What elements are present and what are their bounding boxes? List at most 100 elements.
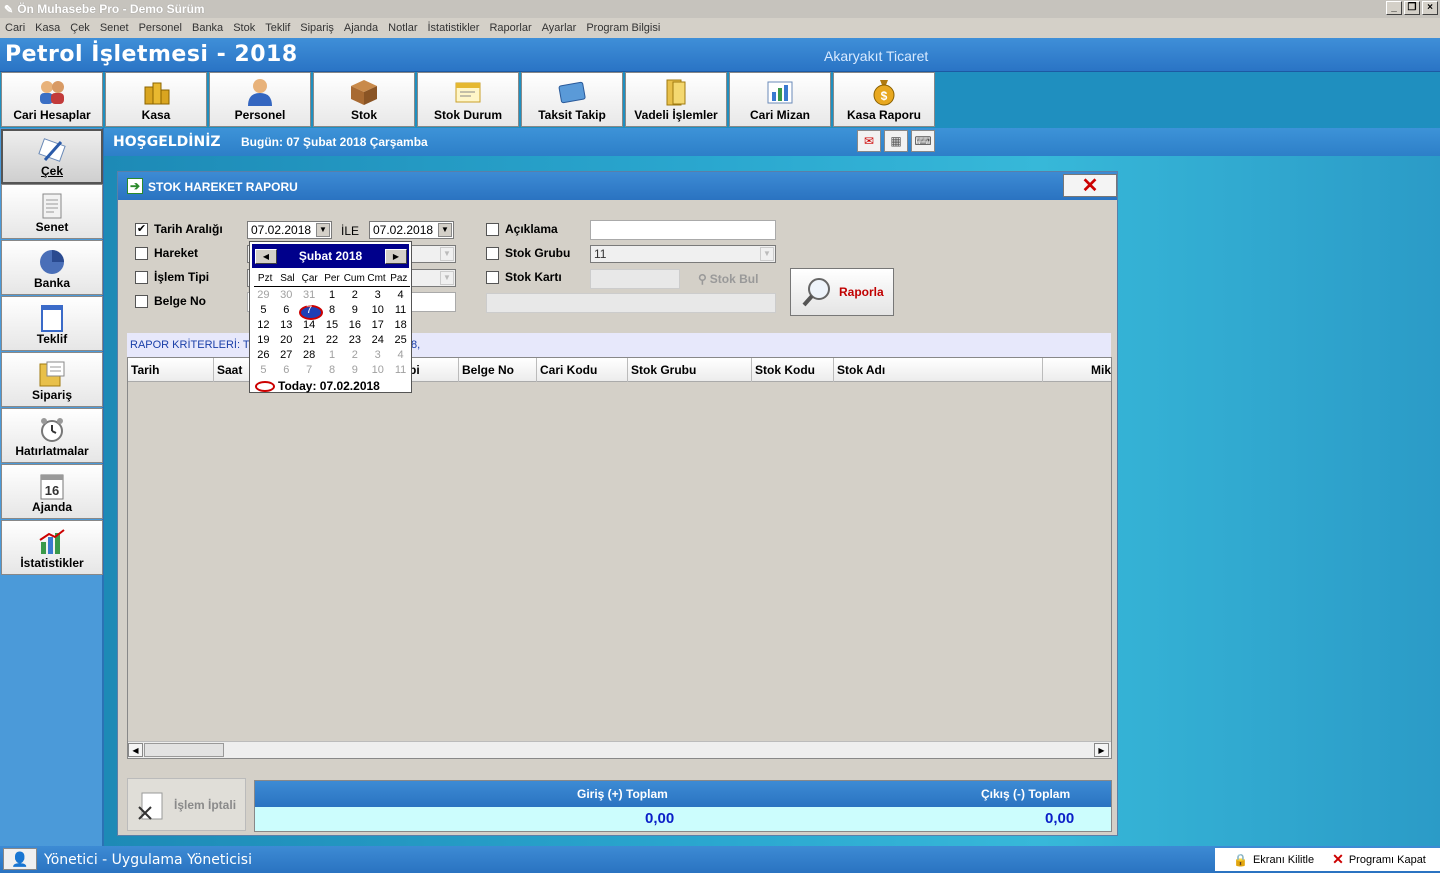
sidebar-item-senet[interactable]: Senet: [1, 184, 103, 239]
calendar-day[interactable]: 10: [366, 303, 389, 318]
calendar-today-button[interactable]: Today: 07.02.2018: [255, 379, 380, 393]
ekrani-kilitle-button[interactable]: 🔒 Ekranı Kilitle: [1215, 853, 1314, 867]
sidebar-item-istatistikler[interactable]: İstatistikler: [1, 520, 103, 575]
column-header-belge-no[interactable]: Belge No: [459, 358, 537, 382]
toolbar-kasa-raporu-button[interactable]: $ Kasa Raporu: [833, 72, 935, 127]
calendar-day[interactable]: 17: [366, 318, 389, 333]
calendar-day[interactable]: 3: [366, 288, 389, 303]
column-header-miktar[interactable]: Mik: [1043, 358, 1111, 382]
calendar-day[interactable]: 13: [275, 318, 298, 333]
menu-item[interactable]: Banka: [192, 22, 223, 34]
restore-button[interactable]: ❐: [1404, 1, 1420, 15]
scroll-thumb[interactable]: [144, 743, 224, 757]
calendar-day[interactable]: 31: [298, 288, 321, 303]
menu-item[interactable]: Cari: [5, 22, 25, 34]
aciklama-input[interactable]: [590, 220, 776, 240]
toolbar-vadeli-islemler-button[interactable]: Vadeli İşlemler: [625, 72, 727, 127]
horizontal-scrollbar[interactable]: ◀ ▶: [128, 741, 1111, 758]
calendar-day[interactable]: 27: [275, 348, 298, 363]
menu-item[interactable]: Personel: [139, 22, 182, 34]
stok-karti-checkbox[interactable]: [486, 271, 499, 284]
menu-item[interactable]: İstatistikler: [428, 22, 480, 34]
toolbar-taksit-takip-button[interactable]: Taksit Takip: [521, 72, 623, 127]
toolbar-stok-durum-button[interactable]: Stok Durum: [417, 72, 519, 127]
calculator-button[interactable]: ▦: [884, 130, 908, 152]
tarih-from-combo[interactable]: 07.02.2018 ▼: [247, 221, 332, 239]
aciklama-checkbox[interactable]: [486, 223, 499, 236]
chevron-down-icon[interactable]: ▼: [438, 223, 452, 237]
tarih-to-combo[interactable]: 07.02.2018 ▼: [369, 221, 454, 239]
calendar-day[interactable]: 5: [252, 363, 275, 378]
menu-item[interactable]: Senet: [100, 22, 129, 34]
calendar-day[interactable]: 9: [343, 363, 366, 378]
stok-grubu-checkbox[interactable]: [486, 247, 499, 260]
stok-bul-button[interactable]: ⚲ Stok Bul: [698, 272, 758, 286]
calendar-day[interactable]: 21: [298, 333, 321, 348]
calendar-day-selected[interactable]: 7: [298, 303, 323, 320]
belge-no-checkbox[interactable]: [135, 295, 148, 308]
calendar-day[interactable]: 6: [275, 303, 298, 318]
tarih-araligi-checkbox[interactable]: ✔: [135, 223, 148, 236]
calendar-day[interactable]: 30: [275, 288, 298, 303]
programi-kapat-button[interactable]: ✕ Programı Kapat: [1314, 851, 1426, 868]
chevron-down-icon[interactable]: ▼: [316, 223, 330, 237]
hareket-checkbox[interactable]: [135, 247, 148, 260]
menu-item[interactable]: Kasa: [35, 22, 60, 34]
sidebar-item-banka[interactable]: Banka: [1, 240, 103, 295]
calendar-day[interactable]: 22: [321, 333, 344, 348]
calendar-day[interactable]: 23: [343, 333, 366, 348]
calendar-day[interactable]: 8: [321, 363, 344, 378]
toolbar-stok-button[interactable]: Stok: [313, 72, 415, 127]
scroll-right-button[interactable]: ▶: [1094, 743, 1109, 757]
menu-item[interactable]: Stok: [233, 22, 255, 34]
toolbar-cari-hesaplar-button[interactable]: Cari Hesaplar: [1, 72, 103, 127]
calendar-day[interactable]: 18: [389, 318, 412, 333]
menu-item[interactable]: Ayarlar: [542, 22, 577, 34]
calendar-day[interactable]: 10: [366, 363, 389, 378]
calendar-day[interactable]: 15: [321, 318, 344, 333]
scroll-left-button[interactable]: ◀: [128, 743, 143, 757]
calendar-day[interactable]: 3: [366, 348, 389, 363]
sidebar-item-siparis[interactable]: Sipariş: [1, 352, 103, 407]
calendar-day[interactable]: 28: [298, 348, 321, 363]
menu-item[interactable]: Raporlar: [489, 22, 531, 34]
calendar-day[interactable]: 29: [252, 288, 275, 303]
calendar-day[interactable]: 14: [298, 318, 321, 333]
sidebar-item-ajanda[interactable]: 16 Ajanda: [1, 464, 103, 519]
calendar-day[interactable]: 19: [252, 333, 275, 348]
report-grid[interactable]: Tarih Saat pi Belge No Cari Kodu Stok Gr…: [127, 357, 1112, 759]
column-header-stok-kodu[interactable]: Stok Kodu: [752, 358, 834, 382]
keyboard-button[interactable]: ⌨: [911, 130, 935, 152]
calendar-day[interactable]: 11: [389, 363, 412, 378]
user-avatar[interactable]: 👤: [3, 848, 37, 870]
menu-item[interactable]: Ajanda: [344, 22, 378, 34]
calendar-day[interactable]: 1: [321, 348, 344, 363]
raporla-button[interactable]: Raporla: [790, 268, 894, 316]
calendar-day[interactable]: 4: [389, 288, 412, 303]
calendar-day[interactable]: 2: [343, 348, 366, 363]
sidebar-item-teklif[interactable]: Teklif: [1, 296, 103, 351]
calendar-day[interactable]: 24: [366, 333, 389, 348]
stok-karti-input[interactable]: [590, 269, 680, 289]
calendar-day[interactable]: 16: [343, 318, 366, 333]
column-header-stok-grubu[interactable]: Stok Grubu: [628, 358, 752, 382]
date-picker-popup[interactable]: ◀ Şubat 2018 ▶ Pzt Sal Çar Per Cum Cmt Paz 29 3…: [249, 241, 412, 393]
column-header-tarih[interactable]: Tarih: [128, 358, 214, 382]
column-header-stok-adi[interactable]: Stok Adı: [834, 358, 1043, 382]
calendar-day[interactable]: 8: [321, 303, 344, 318]
calendar-day[interactable]: 1: [321, 288, 344, 303]
calendar-day[interactable]: 2: [343, 288, 366, 303]
toolbar-personel-button[interactable]: Personel: [209, 72, 311, 127]
toolbar-cari-mizan-button[interactable]: Cari Mizan: [729, 72, 831, 127]
calendar-day[interactable]: 20: [275, 333, 298, 348]
close-window-button[interactable]: ×: [1422, 1, 1438, 15]
calendar-day[interactable]: 9: [343, 303, 366, 318]
stok-grubu-combo[interactable]: 11 ▼: [590, 245, 776, 263]
calendar-day[interactable]: 11: [389, 303, 412, 318]
islem-iptali-button[interactable]: İşlem İptali: [127, 778, 246, 831]
calendar-next-button[interactable]: ▶: [385, 249, 407, 264]
calendar-day[interactable]: 4: [389, 348, 412, 363]
calendar-day[interactable]: 6: [275, 363, 298, 378]
menu-item[interactable]: Sipariş: [300, 22, 334, 34]
calendar-day[interactable]: 26: [252, 348, 275, 363]
